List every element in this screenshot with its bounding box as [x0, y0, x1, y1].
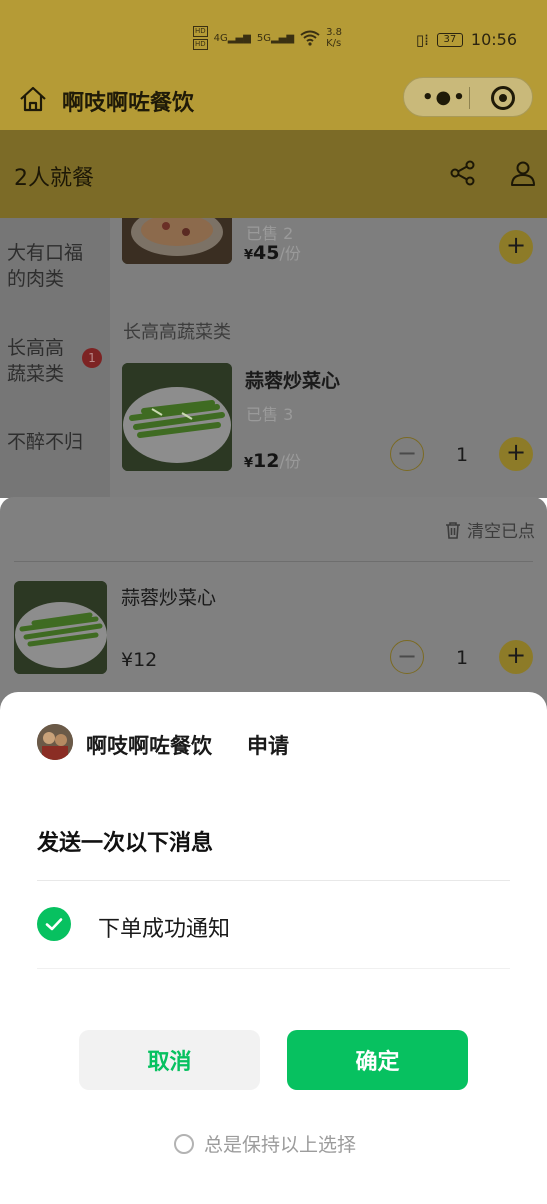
- signal-5g: 5G▂▄▆: [256, 32, 295, 44]
- wifi-icon: [300, 30, 320, 46]
- category-badge: 1: [82, 348, 102, 368]
- radio-icon[interactable]: [174, 1133, 194, 1154]
- status-right: ▯⁞ 37 10:56: [416, 30, 517, 49]
- vegetable-quantity: 1: [456, 444, 469, 466]
- category-sidebar: 大有口福 的肉类 长高高 蔬菜类 1 不醉不归: [0, 218, 110, 498]
- vibrate-icon: ▯⁞: [415, 30, 429, 49]
- close-target-icon[interactable]: [491, 86, 515, 110]
- cart-item-price: ¥12: [121, 649, 158, 671]
- home-icon[interactable]: [18, 84, 48, 114]
- order-success-notice-option[interactable]: 下单成功通知: [98, 911, 230, 943]
- cart-item-quantity: 1: [456, 647, 469, 669]
- increase-vegetable-button[interactable]: +: [499, 437, 533, 471]
- battery-icon: 37: [436, 32, 463, 47]
- add-meat-button[interactable]: +: [499, 230, 533, 264]
- clear-cart-label: 清空已点: [467, 522, 535, 542]
- net-speed: 3.8 K/s: [326, 27, 342, 49]
- network-indicators: HD HD 4G▂▄▆ 5G▂▄▆ 3.8 K/s: [193, 26, 342, 50]
- dialog-app-name: 啊吱啊咗餐饮: [86, 734, 212, 758]
- dialog-divider-2: [37, 968, 510, 969]
- category-meat[interactable]: 大有口福 的肉类: [7, 240, 83, 292]
- cart-divider: [14, 561, 533, 562]
- cancel-button[interactable]: 取消: [79, 1030, 260, 1090]
- signal-4g: 4G▂▄▆: [213, 32, 251, 44]
- cart-item-image: [14, 581, 107, 674]
- confirm-button[interactable]: 确定: [287, 1030, 468, 1090]
- decrease-vegetable-button[interactable]: −: [390, 437, 424, 471]
- keep-choice-toggle[interactable]: 总是保持以上选择: [174, 1130, 356, 1157]
- user-icon[interactable]: [510, 160, 536, 186]
- dish-sold-vegetable: 已售 3: [246, 405, 294, 424]
- capsule-divider: [469, 87, 470, 109]
- menu-area: 大有口福 的肉类 长高高 蔬菜类 1 不醉不归 已售 2 ¥45/份 + 长高高…: [0, 218, 547, 498]
- hd-icon-2: HD: [193, 39, 208, 50]
- app-header: 啊吱啊咗餐饮 •●•: [0, 77, 547, 130]
- share-icon[interactable]: [450, 160, 476, 186]
- keep-choice-label: 总是保持以上选择: [204, 1134, 357, 1156]
- cart-panel: 清空已点 蒜蓉炒菜心 ¥12 − 1 +: [0, 497, 547, 717]
- dialog-title: 发送一次以下消息: [37, 831, 214, 856]
- dish-image-meat[interactable]: [122, 218, 232, 264]
- subscribe-message-dialog: 啊吱啊咗餐饮 申请 发送一次以下消息 下单成功通知 取消 确定 总是保持以上选择: [0, 692, 547, 1204]
- mini-program-capsule: •●•: [403, 77, 533, 117]
- app-avatar: [37, 724, 73, 760]
- dish-image-vegetable[interactable]: [122, 363, 232, 471]
- cart-decrease-button[interactable]: −: [390, 640, 424, 674]
- dish-price-meat: ¥45/份: [244, 242, 301, 264]
- app-title: 啊吱啊咗餐饮: [62, 91, 195, 116]
- checked-icon[interactable]: [37, 907, 71, 941]
- clear-cart-button[interactable]: 清空已点: [445, 517, 535, 542]
- trash-icon: [446, 521, 460, 539]
- clock: 10:56: [470, 30, 517, 49]
- dialog-request-label: 申请: [247, 734, 289, 758]
- cart-item-name: 蒜蓉炒菜心: [121, 587, 217, 609]
- dish-price-vegetable: ¥12/份: [244, 450, 301, 472]
- dialog-divider: [37, 880, 510, 881]
- cart-increase-button[interactable]: +: [499, 640, 533, 674]
- more-icon[interactable]: •●•: [422, 87, 467, 108]
- dish-name-vegetable: 蒜蓉炒菜心: [245, 370, 341, 392]
- category-drinks[interactable]: 不醉不归: [7, 429, 83, 455]
- dining-people-title: 2人就餐: [14, 166, 94, 191]
- category-vegetable[interactable]: 长高高 蔬菜类: [7, 335, 64, 387]
- status-bar: HD HD 4G▂▄▆ 5G▂▄▆ 3.8 K/s ▯⁞ 37 10:56: [0, 0, 547, 80]
- hd-icon: HD: [193, 26, 208, 37]
- sub-header: 2人就餐: [0, 130, 547, 218]
- section-title-vegetable: 长高高蔬菜类: [123, 322, 231, 343]
